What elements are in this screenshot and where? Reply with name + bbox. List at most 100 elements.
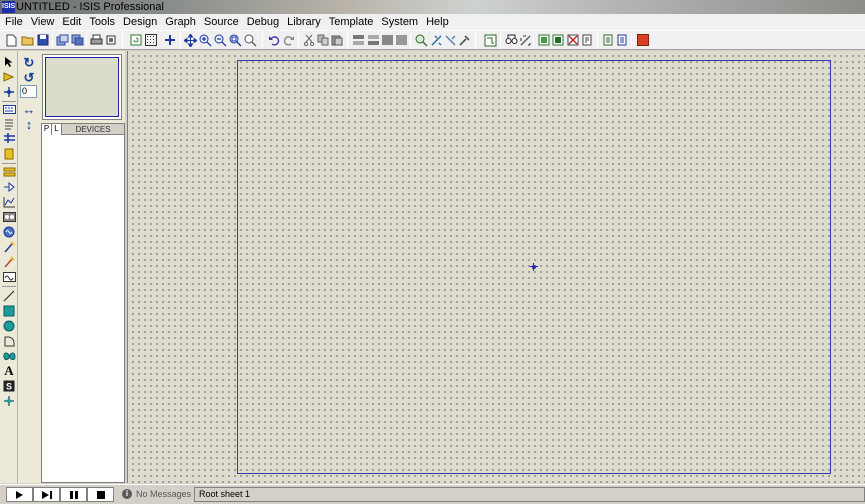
undo-icon[interactable] bbox=[267, 33, 281, 47]
status-bar: i No Messages Root sheet 1 bbox=[0, 484, 865, 504]
export-section-icon[interactable] bbox=[70, 33, 84, 47]
block-copy-icon[interactable] bbox=[351, 33, 365, 47]
property-assignment-icon[interactable] bbox=[518, 33, 532, 47]
pick-devices-button[interactable]: P bbox=[42, 124, 52, 135]
subcircuit-icon[interactable] bbox=[2, 147, 16, 161]
title-bar: ISIS UNTITLED - ISIS Professional bbox=[0, 0, 865, 14]
menu-tools[interactable]: Tools bbox=[85, 14, 119, 30]
info-icon[interactable]: i bbox=[122, 489, 132, 499]
paste-icon[interactable] bbox=[330, 33, 344, 47]
rotate-anticlockwise-icon[interactable]: ↺ bbox=[22, 71, 36, 85]
play-button[interactable] bbox=[6, 487, 33, 502]
marker-icon[interactable] bbox=[2, 394, 16, 408]
virtual-instruments-icon[interactable] bbox=[2, 270, 16, 284]
grid-icon[interactable] bbox=[144, 33, 158, 47]
netlist-to-ares-icon[interactable] bbox=[615, 33, 629, 47]
side-panel: P L DEVICES bbox=[40, 51, 125, 483]
current-probe-icon[interactable] bbox=[2, 255, 16, 269]
overview-window[interactable] bbox=[42, 54, 122, 120]
bill-of-materials-icon[interactable] bbox=[580, 33, 594, 47]
circle-icon[interactable] bbox=[2, 319, 16, 333]
menu-system[interactable]: System bbox=[377, 14, 422, 30]
devices-header-label: DEVICES bbox=[75, 125, 111, 134]
redo-icon[interactable] bbox=[282, 33, 296, 47]
rotate-clockwise-icon[interactable]: ↻ bbox=[22, 56, 36, 70]
menu-graph[interactable]: Graph bbox=[161, 14, 200, 30]
make-device-icon[interactable] bbox=[429, 33, 443, 47]
print-area-icon[interactable] bbox=[104, 33, 118, 47]
graph-icon[interactable] bbox=[2, 195, 16, 209]
block-move-icon[interactable] bbox=[366, 33, 380, 47]
open-folder-icon[interactable] bbox=[20, 33, 34, 47]
save-icon[interactable] bbox=[36, 33, 50, 47]
rotation-angle-input[interactable]: 0 bbox=[20, 85, 37, 98]
wire-autorouter-icon[interactable] bbox=[483, 33, 497, 47]
new-sheet-icon[interactable] bbox=[537, 33, 551, 47]
block-delete-icon[interactable] bbox=[394, 33, 408, 47]
step-button[interactable] bbox=[33, 487, 60, 502]
menu-edit[interactable]: Edit bbox=[58, 14, 85, 30]
origin-icon[interactable] bbox=[163, 33, 177, 47]
search-tag-icon[interactable] bbox=[504, 33, 518, 47]
closed-path-icon[interactable] bbox=[2, 349, 16, 363]
mirror-horizontal-icon[interactable]: ↔ bbox=[22, 103, 36, 117]
pick-device-icon[interactable] bbox=[414, 33, 428, 47]
tape-recorder-icon[interactable] bbox=[2, 210, 16, 224]
pan-icon[interactable] bbox=[183, 33, 197, 47]
exit-to-parent-icon[interactable] bbox=[566, 33, 580, 47]
zoom-all-icon[interactable] bbox=[228, 33, 242, 47]
menu-source[interactable]: Source bbox=[200, 14, 243, 30]
zoom-out-icon[interactable] bbox=[213, 33, 227, 47]
library-manager-button[interactable]: L bbox=[52, 124, 62, 135]
electrical-rule-check-icon[interactable] bbox=[601, 33, 615, 47]
messages-status[interactable]: No Messages bbox=[136, 488, 191, 500]
wire-label-icon[interactable] bbox=[2, 103, 16, 117]
mirror-vertical-icon[interactable]: ↕ bbox=[22, 118, 36, 132]
ares-icon[interactable] bbox=[636, 33, 650, 47]
sheet-status: Root sheet 1 bbox=[194, 487, 865, 502]
symbol-icon[interactable]: S bbox=[2, 379, 16, 393]
stop-button[interactable] bbox=[87, 487, 114, 502]
refresh-icon[interactable] bbox=[129, 33, 143, 47]
zoom-area-icon[interactable] bbox=[243, 33, 257, 47]
menu-help[interactable]: Help bbox=[422, 14, 453, 30]
new-file-icon[interactable] bbox=[4, 33, 18, 47]
app-icon: ISIS bbox=[2, 1, 15, 13]
decompose-icon[interactable] bbox=[457, 33, 471, 47]
menu-library[interactable]: Library bbox=[283, 14, 325, 30]
block-rotate-icon[interactable] bbox=[380, 33, 394, 47]
menu-design[interactable]: Design bbox=[119, 14, 161, 30]
packaging-tool-icon[interactable] bbox=[443, 33, 457, 47]
device-pins-icon[interactable] bbox=[2, 180, 16, 194]
box-icon[interactable] bbox=[2, 304, 16, 318]
cut-icon[interactable] bbox=[302, 33, 316, 47]
simulation-controls bbox=[6, 487, 116, 502]
line-icon[interactable] bbox=[2, 289, 16, 303]
remove-sheet-icon[interactable] bbox=[551, 33, 565, 47]
menu-debug[interactable]: Debug bbox=[243, 14, 283, 30]
terminals-icon[interactable] bbox=[2, 165, 16, 179]
menu-bar: File View Edit Tools Design Graph Source… bbox=[0, 14, 865, 30]
menu-template[interactable]: Template bbox=[325, 14, 378, 30]
svg-text:S: S bbox=[6, 382, 12, 392]
menu-file[interactable]: File bbox=[1, 14, 27, 30]
copy-icon[interactable] bbox=[316, 33, 330, 47]
junction-dot-icon[interactable] bbox=[2, 85, 16, 99]
import-section-icon[interactable] bbox=[55, 33, 69, 47]
rotation-toolbar: ↻ ↺ 0 ↔ ↕ bbox=[18, 51, 40, 483]
schematic-canvas[interactable] bbox=[127, 51, 865, 483]
main-toolbar bbox=[0, 30, 865, 50]
voltage-probe-icon[interactable] bbox=[2, 240, 16, 254]
component-mode-icon[interactable] bbox=[2, 70, 16, 84]
generator-icon[interactable] bbox=[2, 225, 16, 239]
zoom-in-icon[interactable] bbox=[198, 33, 212, 47]
print-icon[interactable] bbox=[89, 33, 103, 47]
device-selector[interactable]: P L DEVICES bbox=[41, 123, 125, 483]
arc-icon[interactable] bbox=[2, 334, 16, 348]
buses-icon[interactable] bbox=[2, 131, 16, 145]
pause-button[interactable] bbox=[60, 487, 87, 502]
selection-mode-icon[interactable] bbox=[2, 55, 16, 69]
menu-view[interactable]: View bbox=[27, 14, 59, 30]
text-icon[interactable]: A bbox=[2, 364, 16, 378]
text-script-icon[interactable] bbox=[2, 117, 16, 131]
